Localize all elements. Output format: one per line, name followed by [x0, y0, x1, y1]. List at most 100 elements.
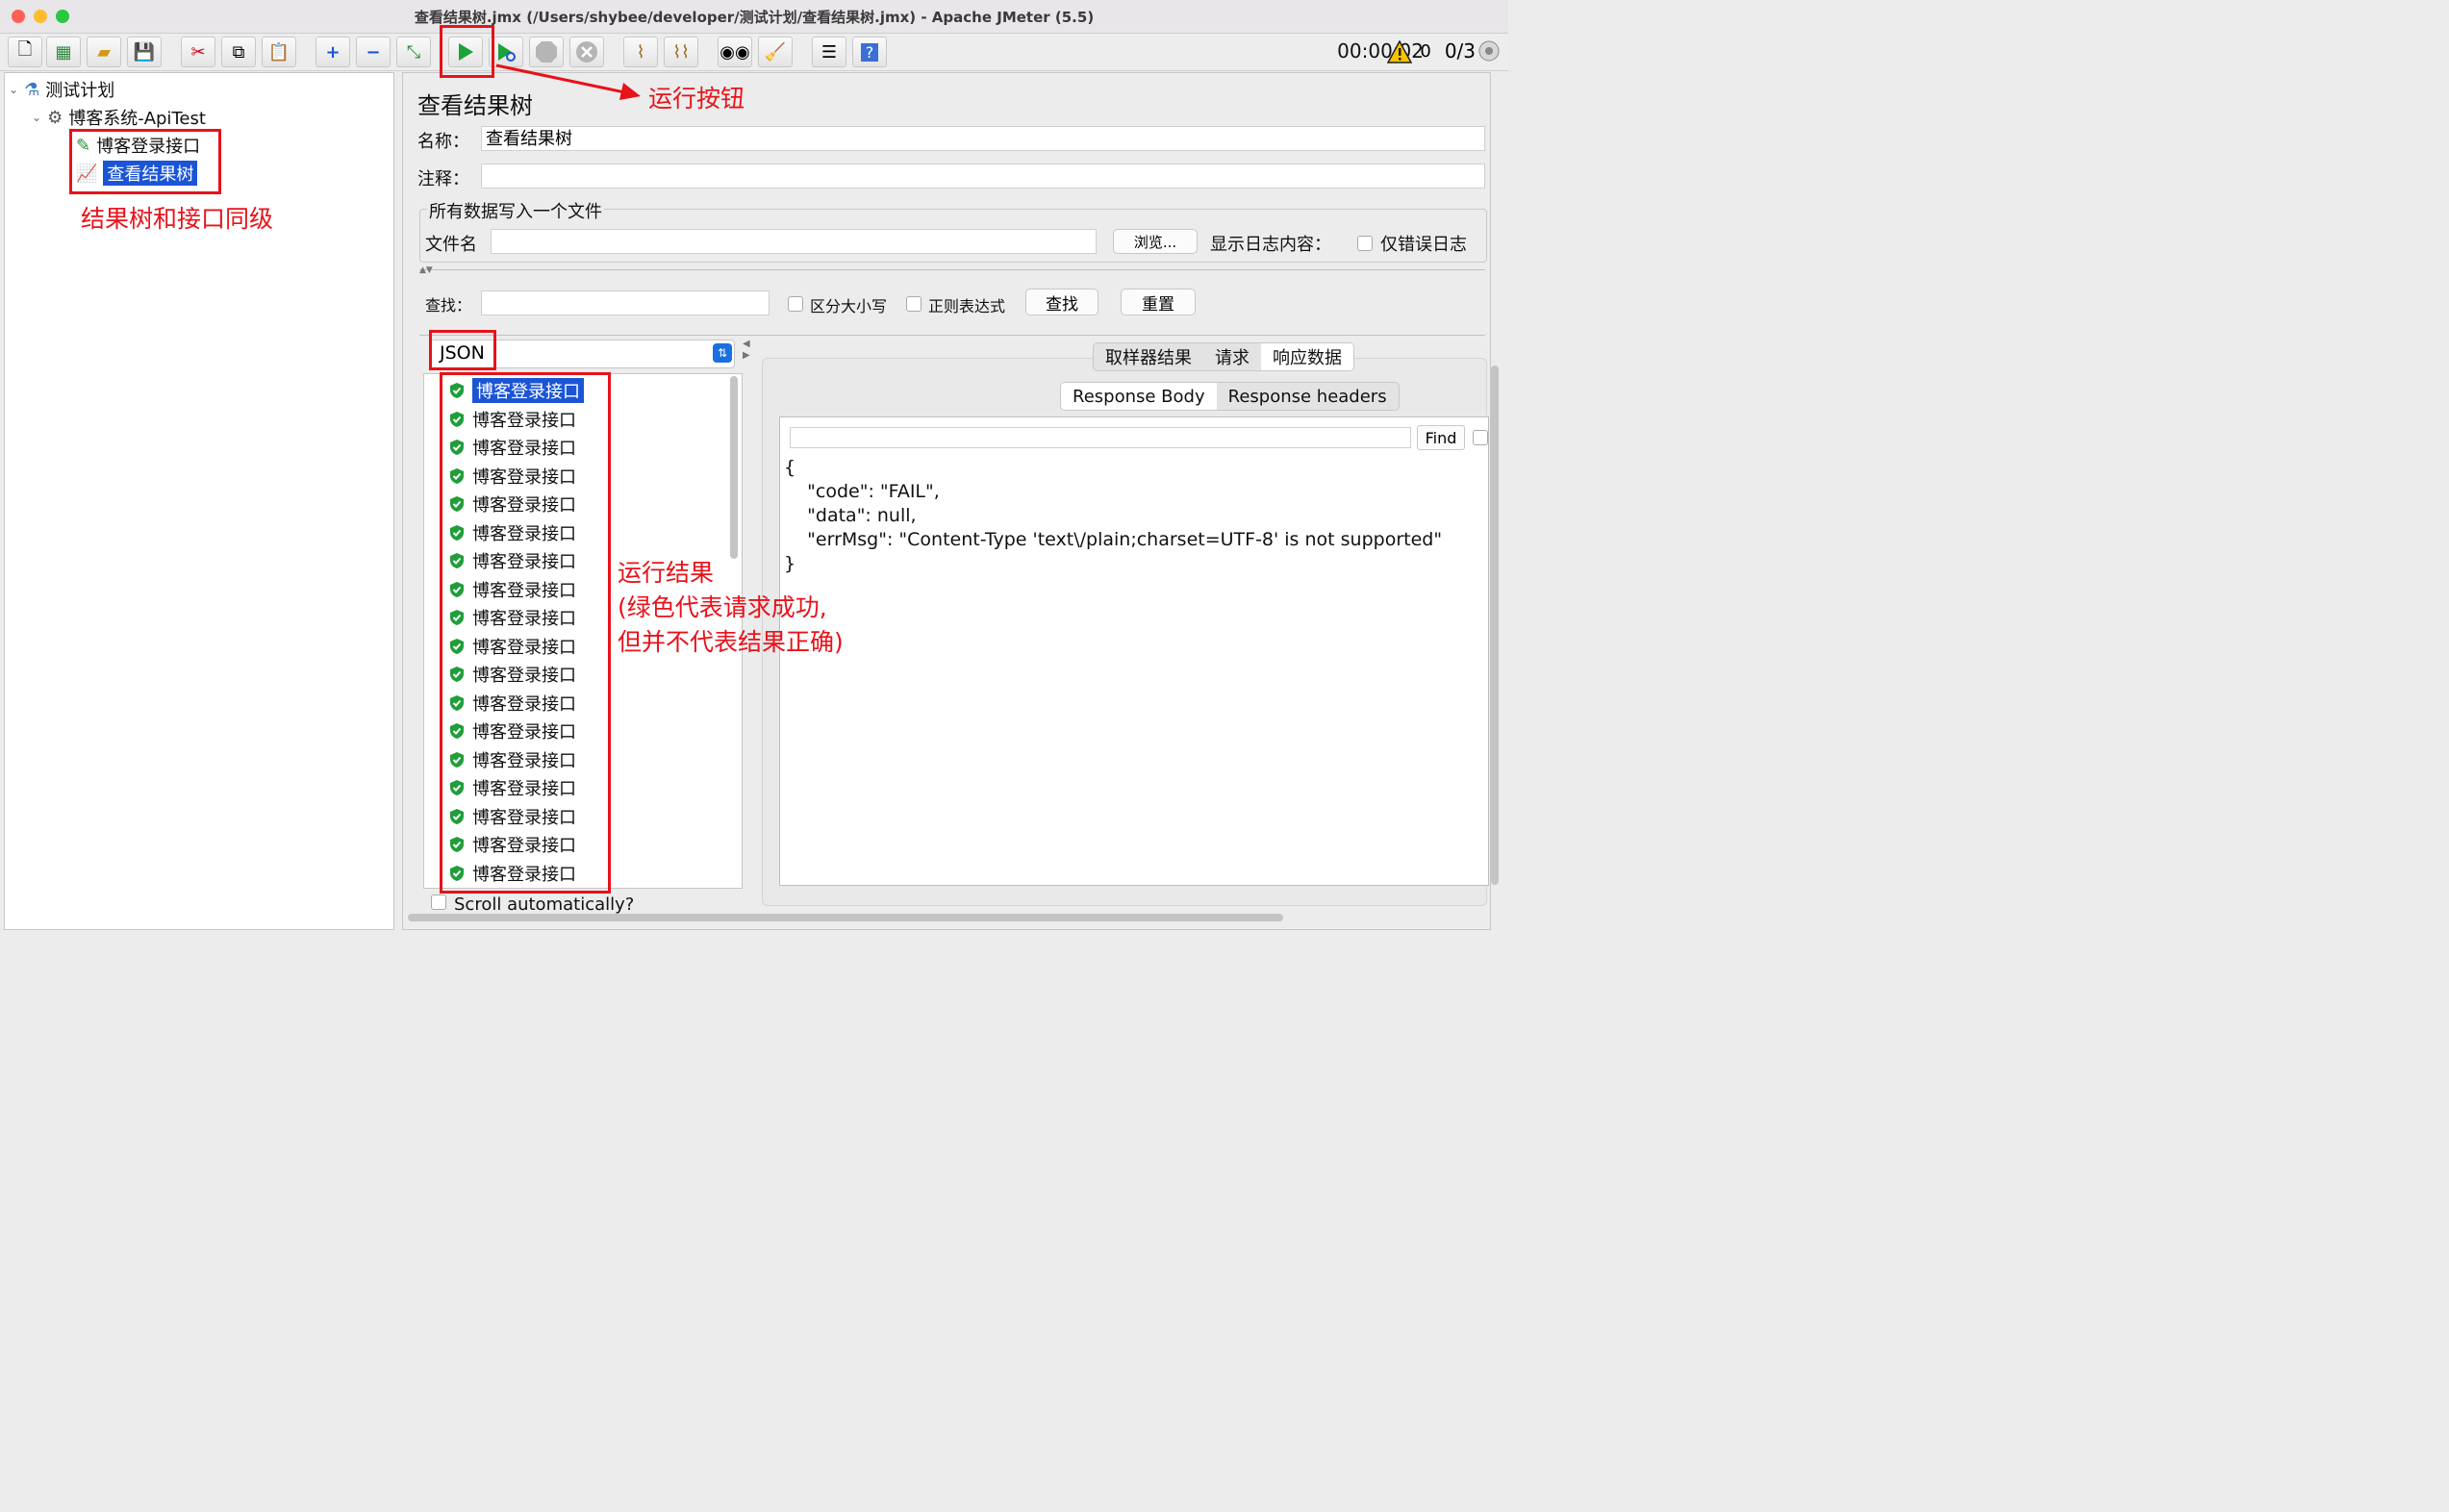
tab-response-data[interactable]: 响应数据: [1261, 343, 1353, 370]
errors-only-label: 仅错误日志: [1380, 235, 1467, 255]
paste-button[interactable]: 📋: [262, 37, 296, 67]
function-helper-button[interactable]: ☰: [812, 37, 846, 67]
annotation-same-level: 结果树和接口同级: [81, 205, 274, 233]
gear-icon: ⚙: [47, 107, 63, 128]
response-pane: Find { "code": "FAIL", "data": null, "er…: [779, 416, 1489, 886]
flask-icon: ⚗: [24, 79, 40, 100]
tree-node-test-plan[interactable]: ⌄ ⚗ 测试计划: [9, 77, 114, 102]
help-icon: ?: [860, 42, 879, 62]
find-button[interactable]: 查找: [1025, 289, 1098, 315]
toggle-icon: ⤡: [406, 41, 421, 63]
clear-all-button[interactable]: ⌇⌇: [664, 37, 698, 67]
vertical-scrollbar[interactable]: [1491, 365, 1499, 885]
name-label: 名称：: [417, 132, 469, 152]
annotation-box-tree: [69, 129, 221, 194]
new-file-icon: 🗋: [17, 39, 33, 60]
list-icon: ☰: [821, 41, 838, 63]
warning-count: 0: [1420, 41, 1431, 62]
play-no-timer-icon: [498, 43, 516, 62]
horizontal-scrollbar[interactable]: [408, 914, 1283, 921]
filename-field[interactable]: [491, 229, 1097, 254]
regex-label: 正则表达式: [928, 297, 1006, 315]
browse-button[interactable]: 浏览...: [1113, 229, 1198, 254]
split-arrows-icon[interactable]: ◀ ▶: [743, 339, 750, 362]
response-find-checkbox[interactable]: [1473, 430, 1488, 445]
shutdown-icon: [576, 41, 597, 63]
response-body-text[interactable]: { "code": "FAIL", "data": null, "errMsg"…: [784, 456, 1442, 576]
regex-checkbox[interactable]: [906, 296, 922, 312]
result-list-scrollbar[interactable]: [730, 376, 738, 559]
tree-node-thread-group[interactable]: ⌄ ⚙ 博客系统-ApiTest: [32, 105, 206, 130]
stop-icon: [536, 41, 557, 63]
tree-label-plan: 测试计划: [45, 81, 115, 101]
name-field[interactable]: 查看结果树: [481, 126, 1485, 151]
scissors-icon: ✂: [190, 41, 206, 63]
comment-label: 注释：: [417, 169, 469, 189]
errors-only-checkbox[interactable]: [1357, 236, 1373, 251]
new-button[interactable]: 🗋: [8, 37, 42, 67]
chevron-down-icon[interactable]: ⌄: [32, 111, 41, 124]
tab-request[interactable]: 请求: [1203, 343, 1261, 370]
search-button[interactable]: ◉◉: [718, 37, 752, 67]
divider: [419, 335, 1485, 336]
broom-all-icon: ⌇⌇: [672, 41, 690, 63]
split-arrows-icon[interactable]: ▲▼: [419, 265, 433, 275]
response-find-input[interactable]: [790, 427, 1411, 448]
response-find-button[interactable]: Find: [1417, 425, 1465, 450]
templates-icon: ▦: [55, 41, 72, 63]
window-title: 查看结果树.jmx (/Users/shybee/developer/测试计划/…: [414, 9, 1095, 26]
annotation-run-button: 运行按钮: [648, 85, 745, 113]
collapse-button[interactable]: −: [356, 37, 391, 67]
log-content-label: 显示日志内容：: [1210, 235, 1331, 255]
filename-label: 文件名: [425, 235, 477, 255]
case-sensitive-label: 区分大小写: [810, 297, 888, 315]
scroll-auto-checkbox[interactable]: [431, 895, 446, 910]
response-subtabs: Response Body Response headers: [1060, 382, 1400, 411]
warning-icon[interactable]: [1387, 40, 1412, 63]
scroll-auto-label: Scroll automatically?: [454, 895, 635, 914]
title-bar: 查看结果树.jmx (/Users/shybee/developer/测试计划/…: [0, 0, 1508, 34]
thread-status-icon: [1478, 40, 1500, 62]
minus-icon: −: [366, 41, 381, 63]
tab-response-headers[interactable]: Response headers: [1217, 383, 1399, 410]
active-threads: 0/3: [1444, 39, 1476, 63]
case-sensitive-checkbox[interactable]: [788, 296, 803, 312]
binoculars-icon: ◉◉: [720, 41, 750, 63]
tab-sampler-result[interactable]: 取样器结果: [1094, 343, 1203, 370]
save-icon: 💾: [133, 41, 156, 63]
broom-icon: ⌇: [636, 41, 645, 63]
select-arrows-icon: ⇅: [713, 343, 732, 363]
comment-field[interactable]: [481, 164, 1485, 189]
result-tabs: 取样器结果 请求 响应数据: [1093, 342, 1354, 371]
toggle-button[interactable]: ⤡: [396, 37, 431, 67]
annotation-box-run: [440, 25, 494, 78]
search-input[interactable]: [481, 290, 770, 315]
paste-icon: 📋: [267, 41, 290, 63]
annotation-run-result-3: 但并不代表结果正确): [618, 628, 844, 656]
reset-button[interactable]: 重置: [1121, 289, 1196, 315]
chevron-down-icon[interactable]: ⌄: [9, 83, 18, 96]
plus-icon: +: [325, 41, 341, 63]
help-button[interactable]: ?: [852, 37, 887, 67]
test-plan-tree: ⌄ ⚗ 测试计划 ⌄ ⚙ 博客系统-ApiTest ✎ 博客登录接口 📈 查看结…: [4, 72, 394, 930]
tab-response-body[interactable]: Response Body: [1061, 383, 1217, 410]
copy-button[interactable]: ⧉: [221, 37, 256, 67]
file-section-title: 所有数据写入一个文件: [427, 198, 604, 223]
annotation-arrow: [495, 63, 641, 100]
search-label: 查找：: [425, 296, 472, 315]
tree-label-thread-group: 博客系统-ApiTest: [68, 109, 206, 129]
toolbar: 🗋 ▦ ▰ 💾 ✂ ⧉ 📋 + − ⤡ ⌇ ⌇⌇ ◉◉ 🧹 ☰ ? 00:00:…: [0, 34, 1508, 71]
open-button[interactable]: ▰: [87, 37, 121, 67]
divider: [419, 269, 1485, 270]
annotation-run-result-2: (绿色代表请求成功,: [618, 593, 827, 621]
expand-button[interactable]: +: [316, 37, 350, 67]
broom-yellow-icon: 🧹: [764, 41, 787, 63]
templates-button[interactable]: ▦: [46, 37, 81, 67]
save-button[interactable]: 💾: [127, 37, 162, 67]
annotation-box-results: [440, 372, 611, 894]
reset-search-button[interactable]: 🧹: [758, 37, 793, 67]
copy-icon: ⧉: [232, 41, 245, 63]
cut-button[interactable]: ✂: [181, 37, 215, 67]
annotation-run-result-1: 运行结果: [618, 559, 715, 587]
annotation-box-json: [429, 330, 496, 370]
